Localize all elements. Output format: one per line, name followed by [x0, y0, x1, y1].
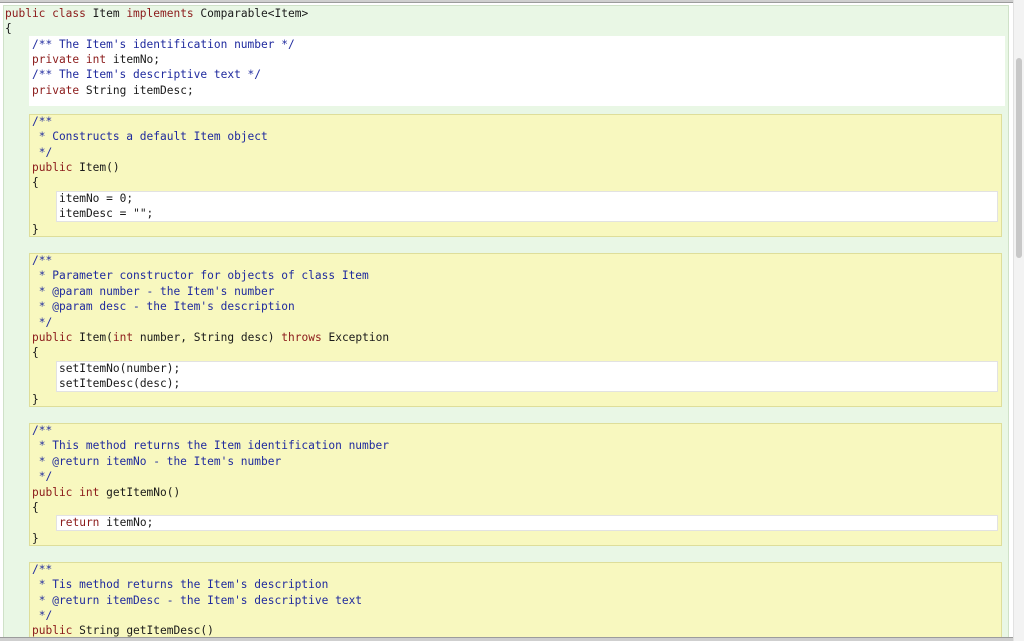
- keyword-throws: throws: [281, 331, 322, 344]
- doc-comment-line: */: [32, 470, 53, 483]
- interface-type: Comparable<Item>: [200, 7, 309, 20]
- method-signature: public Item(): [32, 160, 120, 175]
- code-line: setItemDesc(desc);: [59, 377, 181, 390]
- keyword-private: private: [32, 84, 80, 97]
- doc-comment-line: * This method returns the Item identific…: [32, 439, 389, 452]
- class-declaration: public class Item implements Comparable<…: [5, 6, 308, 21]
- doc-comment-line: * @param number - the Item's number: [32, 285, 275, 298]
- keyword-public: public: [32, 161, 73, 174]
- vertical-scrollbar[interactable]: [1013, 0, 1024, 641]
- editor-bottom-border: [0, 637, 1013, 641]
- return-value: itemNo;: [106, 516, 154, 529]
- method-close-brace: }: [32, 532, 39, 545]
- keyword-implements: implements: [126, 7, 194, 20]
- field-decl: String itemDesc;: [85, 84, 194, 97]
- field-itemdesc: private String itemDesc;: [32, 83, 194, 98]
- doc-comment-line: /**: [32, 563, 53, 576]
- doc-comment-line: /**: [32, 254, 53, 267]
- field-comment-itemdesc: /** The Item's descriptive text */: [32, 68, 262, 81]
- doc-comment-line: * Tis method returns the Item's descript…: [32, 578, 329, 591]
- method-name: Item(): [79, 161, 120, 174]
- scrollbar-thumb[interactable]: [1016, 58, 1022, 258]
- method-body-block: [56, 191, 998, 222]
- doc-comment-line: * Constructs a default Item object: [32, 130, 268, 143]
- doc-comment-line: * @return itemDesc - the Item's descript…: [32, 594, 363, 607]
- code-line: setItemNo(number);: [59, 362, 181, 375]
- doc-comment-line: /**: [32, 424, 53, 437]
- method-name: Item(: [79, 331, 113, 344]
- method-name: getItemNo(): [106, 486, 181, 499]
- method-close-brace: }: [32, 223, 39, 236]
- doc-comment-line: */: [32, 316, 53, 329]
- doc-comment-line: */: [32, 146, 53, 159]
- keyword-int: int: [79, 486, 100, 499]
- method-body-block: [56, 361, 998, 392]
- keyword-public: public: [32, 624, 73, 637]
- class-name: Item: [92, 7, 120, 20]
- field-comment-itemno: /** The Item's identification number */: [32, 38, 295, 51]
- code-line: itemNo = 0;: [59, 192, 134, 205]
- code-editor[interactable]: public class Item implements Comparable<…: [0, 0, 1013, 641]
- keyword-public: public: [5, 7, 46, 20]
- code-line: itemDesc = "";: [59, 207, 154, 220]
- doc-comment-line: * @return itemNo - the Item's number: [32, 455, 282, 468]
- method-signature: public String getItemDesc(): [32, 623, 214, 638]
- method-signature: public Item(int number, String desc) thr…: [32, 330, 389, 345]
- method-open-brace: {: [32, 346, 39, 359]
- keyword-public: public: [32, 331, 73, 344]
- method-signature: public int getItemNo(): [32, 485, 180, 500]
- code-line: return itemNo;: [59, 515, 153, 530]
- method-open-brace: {: [32, 176, 39, 189]
- keyword-public: public: [32, 486, 73, 499]
- method-close-brace: }: [32, 393, 39, 406]
- keyword-return: return: [59, 516, 100, 529]
- field-name: itemNo;: [112, 53, 161, 66]
- keyword-class: class: [52, 7, 86, 20]
- keyword-private: private: [32, 53, 80, 66]
- exception-type: Exception: [328, 331, 390, 344]
- method-params: number, String desc): [139, 331, 275, 344]
- method-open-brace: {: [32, 501, 39, 514]
- doc-comment-line: * @param desc - the Item's description: [32, 300, 295, 313]
- doc-comment-line: * Parameter constructor for objects of c…: [32, 269, 369, 282]
- class-open-brace: {: [5, 22, 12, 35]
- method-body-block: [56, 515, 998, 531]
- editor-top-border: [0, 0, 1013, 3]
- keyword-int: int: [85, 53, 107, 66]
- keyword-int: int: [112, 331, 134, 344]
- doc-comment-line: */: [32, 609, 53, 622]
- method-name: String getItemDesc(): [79, 624, 214, 637]
- field-itemno: private int itemNo;: [32, 52, 160, 67]
- doc-comment-line: /**: [32, 115, 53, 128]
